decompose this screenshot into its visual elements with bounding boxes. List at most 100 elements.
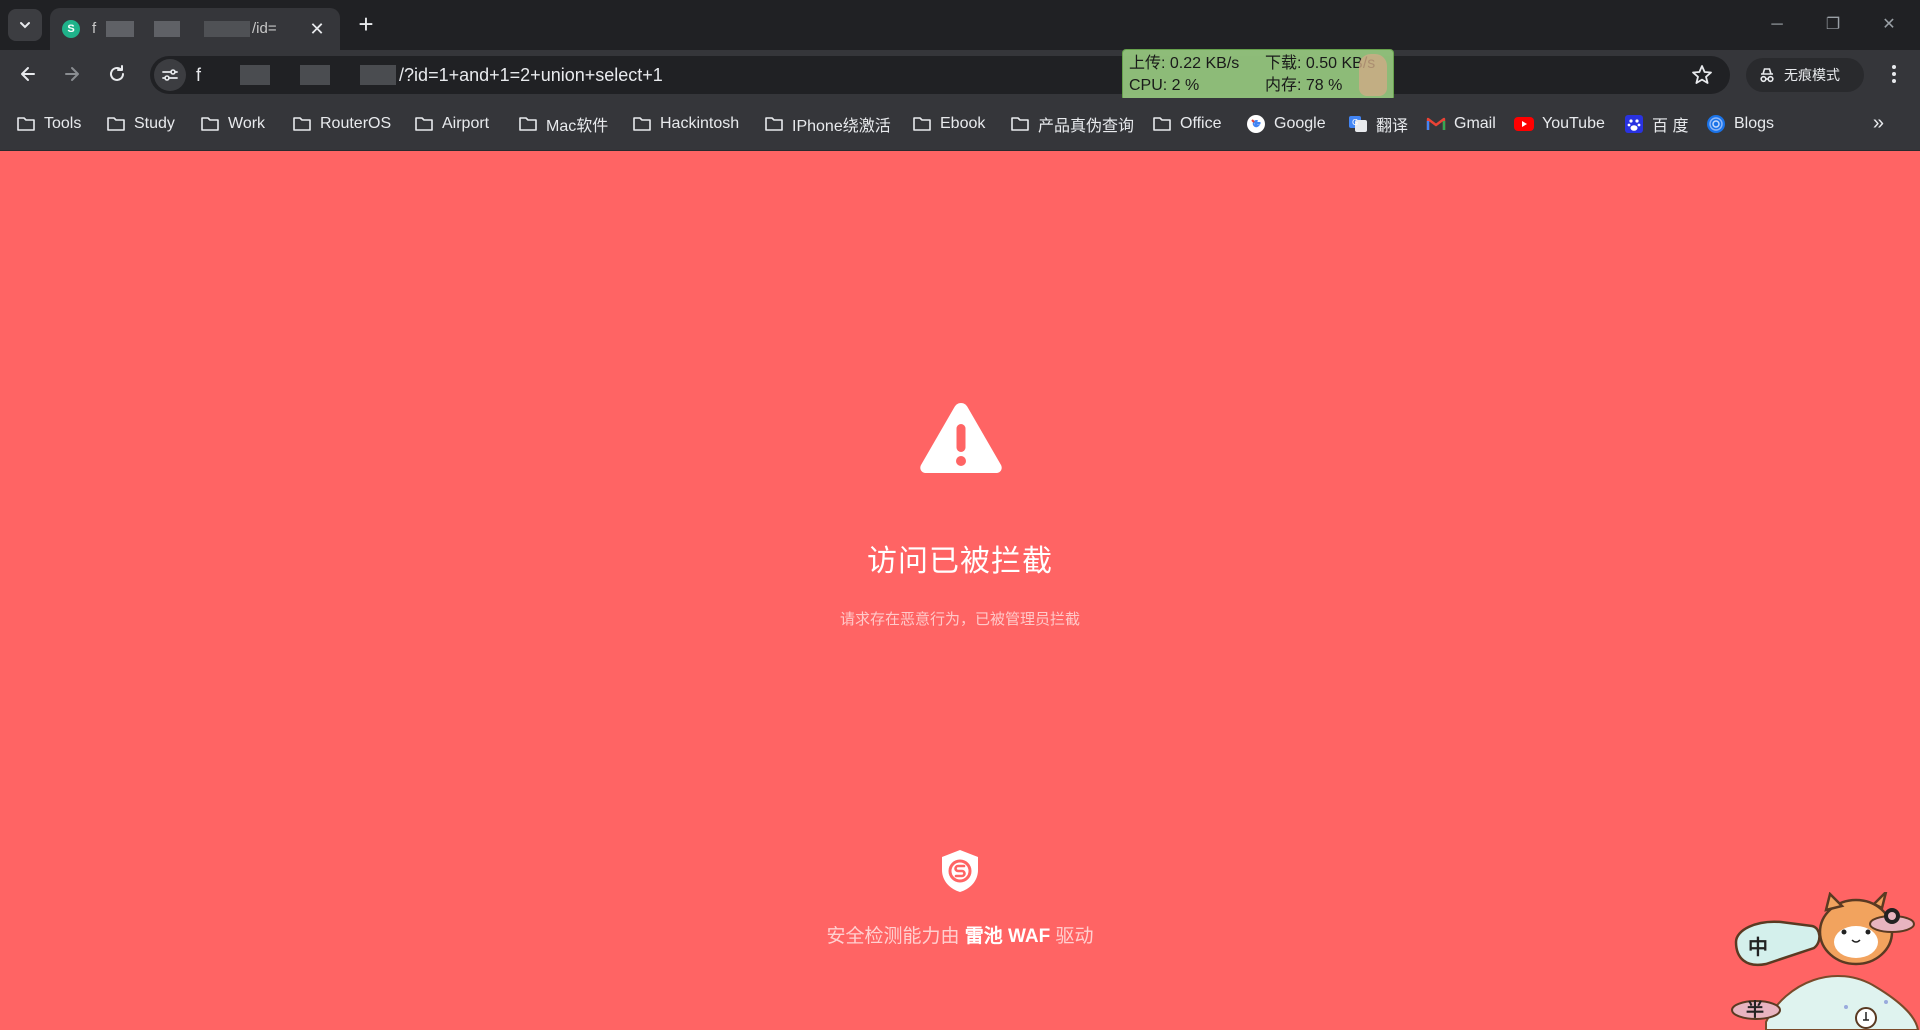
arrow-left-icon bbox=[21, 67, 35, 81]
redaction-block bbox=[106, 21, 134, 37]
powered-brand: 雷池 WAF bbox=[964, 926, 1051, 947]
chevron-down-icon bbox=[20, 22, 30, 29]
folder-icon bbox=[292, 114, 312, 134]
restore-icon[interactable]: ❐ bbox=[1820, 12, 1846, 38]
baidu-icon bbox=[1624, 114, 1644, 134]
reload-icon bbox=[110, 65, 124, 81]
bookmark-study[interactable]: Study bbox=[106, 112, 175, 136]
reload-button[interactable] bbox=[101, 58, 133, 90]
tab-close-icon[interactable]: ✕ bbox=[306, 18, 328, 40]
bookmark-label: Gmail bbox=[1454, 115, 1496, 132]
browser-tab-active[interactable]: S f /id= ✕ bbox=[50, 8, 340, 50]
powered-prefix: 安全检测能力由 bbox=[826, 926, 960, 947]
bookmark-product-check[interactable]: 产品真伪查询 bbox=[1010, 112, 1134, 136]
incognito-icon bbox=[1760, 68, 1774, 83]
browser-menu-button[interactable] bbox=[1880, 60, 1908, 88]
tab-search-button[interactable] bbox=[8, 9, 42, 41]
tune-icon bbox=[162, 69, 178, 81]
bookmark-star-icon[interactable] bbox=[1690, 63, 1714, 87]
bookmark-tools[interactable]: Tools bbox=[16, 112, 81, 136]
bookmark-gmail[interactable]: Gmail bbox=[1426, 112, 1496, 136]
redaction-block bbox=[240, 65, 270, 85]
redaction-block bbox=[360, 65, 396, 85]
bookmark-label: RouterOS bbox=[320, 115, 392, 132]
bookmark-label: 翻译 bbox=[1376, 118, 1409, 135]
tab-title-fragment-start: f bbox=[92, 20, 97, 37]
bookmark-label: Ebook bbox=[940, 115, 986, 132]
browser-toolbar: f /?id=1+and+1=2+union+select+1 无痕模式 bbox=[0, 50, 1920, 98]
incognito-label: 无痕模式 bbox=[1784, 67, 1840, 83]
upload-speed: 上传: 0.22 KB/s bbox=[1129, 55, 1240, 72]
bookmark-translate[interactable]: G 翻译 bbox=[1348, 112, 1408, 136]
bookmark-label: Airport bbox=[442, 115, 490, 132]
ime-mascot-widget[interactable]: 中 半 bbox=[1726, 892, 1920, 1030]
redaction-block bbox=[204, 21, 250, 37]
google-icon bbox=[1246, 114, 1266, 134]
pet-mascot-icon bbox=[1359, 54, 1387, 96]
new-tab-button[interactable]: + bbox=[352, 11, 380, 39]
back-button[interactable] bbox=[12, 58, 44, 90]
folder-icon bbox=[1010, 114, 1030, 134]
more-vert-icon bbox=[1892, 65, 1896, 83]
bookmark-youtube[interactable]: YouTube bbox=[1514, 112, 1605, 136]
bookmark-label: Hackintosh bbox=[660, 115, 740, 132]
bookmark-label: Study bbox=[134, 115, 175, 132]
youtube-icon bbox=[1514, 114, 1534, 134]
folder-icon bbox=[1152, 114, 1172, 134]
bookmark-label: 百 度 bbox=[1652, 118, 1689, 135]
safeline-favicon-icon: S bbox=[62, 20, 80, 38]
system-monitor-widget[interactable]: 上传: 0.22 KB/s 下载: 0.50 KB/s CPU: 2 % 内存:… bbox=[1122, 49, 1394, 101]
blogs-icon bbox=[1706, 114, 1726, 134]
close-window-icon[interactable]: ✕ bbox=[1876, 12, 1902, 38]
bookmark-baidu[interactable]: 百 度 bbox=[1624, 112, 1688, 136]
bookmark-blogs[interactable]: Blogs bbox=[1706, 112, 1774, 136]
ime-mode-badge: 中 bbox=[1748, 935, 1768, 959]
ime-width-badge: 半 bbox=[1746, 999, 1764, 1021]
folder-icon bbox=[16, 114, 36, 134]
folder-icon bbox=[106, 114, 126, 134]
bookmark-iphone-bypass[interactable]: IPhone绕激活 bbox=[764, 112, 891, 136]
powered-suffix: 驱动 bbox=[1055, 926, 1094, 947]
url-prefix: f bbox=[196, 65, 202, 85]
bookmark-airport[interactable]: Airport bbox=[414, 112, 489, 136]
arrow-right-icon bbox=[65, 67, 79, 81]
bookmark-office[interactable]: Office bbox=[1152, 112, 1222, 136]
bookmarks-overflow-icon[interactable]: » bbox=[1873, 112, 1884, 135]
redaction-block bbox=[300, 65, 330, 85]
bookmark-label: Blogs bbox=[1734, 115, 1775, 132]
bookmark-google[interactable]: Google bbox=[1246, 112, 1326, 136]
forward-button[interactable] bbox=[56, 58, 88, 90]
bookmark-work[interactable]: Work bbox=[200, 112, 265, 136]
bookmark-label: IPhone绕激活 bbox=[792, 118, 891, 135]
bookmark-mac-software[interactable]: Mac软件 bbox=[518, 112, 608, 136]
incognito-button[interactable]: 无痕模式 bbox=[1746, 58, 1864, 92]
bookmark-routeros[interactable]: RouterOS bbox=[292, 112, 391, 136]
title-bar: S f /id= ✕ + ─ ❐ ✕ bbox=[0, 0, 1920, 50]
svg-text:G: G bbox=[1352, 118, 1358, 127]
bookmark-label: YouTube bbox=[1542, 115, 1605, 132]
powered-by-line: 安全检测能力由 雷池 WAF 驱动 bbox=[0, 921, 1920, 948]
redaction-block bbox=[154, 21, 180, 37]
bookmark-ebook[interactable]: Ebook bbox=[912, 112, 985, 136]
bookmarks-bar: Tools Study Work RouterOS Airport Mac软件 … bbox=[0, 98, 1920, 151]
bookmark-hackintosh[interactable]: Hackintosh bbox=[632, 112, 739, 136]
site-info-button[interactable] bbox=[154, 59, 186, 91]
address-bar[interactable]: f /?id=1+and+1=2+union+select+1 bbox=[150, 56, 1730, 94]
cpu-usage: CPU: 2 % bbox=[1129, 77, 1200, 94]
safeline-shield-icon bbox=[942, 850, 978, 892]
folder-icon bbox=[764, 114, 784, 134]
bookmark-label: Work bbox=[228, 115, 266, 132]
bookmark-label: Google bbox=[1274, 115, 1326, 132]
folder-icon bbox=[200, 114, 220, 134]
bookmark-label: Mac软件 bbox=[546, 118, 609, 135]
folder-icon bbox=[912, 114, 932, 134]
tab-title: f /id= bbox=[92, 19, 306, 39]
tab-title-fragment-end: /id= bbox=[252, 20, 277, 37]
folder-icon bbox=[414, 114, 434, 134]
bookmark-label: Office bbox=[1180, 115, 1222, 132]
folder-icon bbox=[518, 114, 538, 134]
block-title: 访问已被拦截 bbox=[867, 545, 1053, 578]
bookmark-label: Tools bbox=[44, 115, 82, 132]
block-subtitle: 请求存在恶意行为，已被管理员拦截 bbox=[839, 611, 1080, 628]
minimize-icon[interactable]: ─ bbox=[1764, 12, 1790, 38]
